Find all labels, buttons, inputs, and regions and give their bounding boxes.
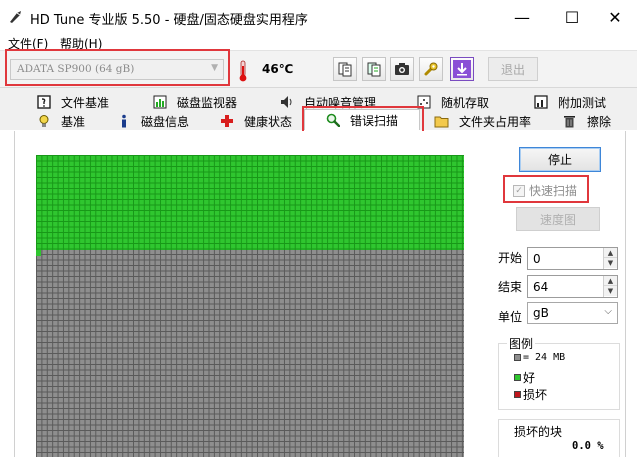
minimize-button[interactable]: — <box>499 0 545 34</box>
tab-folder-usage[interactable]: 文件夹占用率 <box>434 112 531 130</box>
decrement-icon[interactable]: ▼ <box>604 286 617 296</box>
tab-label: 文件夹占用率 <box>459 114 532 129</box>
tab-erase[interactable]: 擦除 <box>562 112 611 130</box>
speaker-icon <box>279 95 294 110</box>
start-stepper[interactable]: 0 ▲ ▼ <box>527 247 618 270</box>
tab-label: 磁盘信息 <box>141 114 190 129</box>
camera-icon <box>395 63 409 75</box>
save-button[interactable] <box>450 57 474 81</box>
increment-icon[interactable]: ▲ <box>604 248 617 258</box>
tab-disk-info[interactable]: 磁盘信息 <box>116 112 189 130</box>
temperature-readout: 46℃ <box>262 62 294 76</box>
folder-icon <box>434 114 449 129</box>
unit-label: 单位 <box>498 310 523 324</box>
tab-label: 擦除 <box>587 114 612 129</box>
download-arrow-icon <box>453 60 471 78</box>
scan-block-map <box>36 155 464 457</box>
trash-icon <box>562 114 577 129</box>
options-button[interactable] <box>419 57 443 81</box>
tab-file-benchmark[interactable]: 文件基准 <box>36 93 109 111</box>
screenshot-button[interactable] <box>390 57 414 81</box>
highlight-box-drive <box>5 49 230 86</box>
tab-health[interactable]: 健康状态 <box>219 112 292 130</box>
menu-bar: 文件(F) 帮助(H) <box>0 34 637 51</box>
close-button[interactable]: ✕ <box>592 0 637 34</box>
good-block-partial <box>36 250 42 256</box>
tab-label: 健康状态 <box>244 114 293 129</box>
increment-icon[interactable]: ▲ <box>604 276 617 286</box>
extra-tests-icon <box>533 95 548 110</box>
tab-disk-monitor[interactable]: 磁盘监视器 <box>152 93 237 111</box>
exit-button[interactable]: 退出 <box>488 57 538 81</box>
disk-monitor-icon <box>152 95 167 110</box>
tab-label: 随机存取 <box>441 95 490 110</box>
end-label: 结束 <box>498 280 523 294</box>
copy-all-button[interactable] <box>362 57 386 81</box>
tab-label: 文件基准 <box>61 95 110 110</box>
stop-button[interactable]: 停止 <box>519 147 601 172</box>
legend-block-size: = 24 MB <box>514 352 565 363</box>
highlight-box-quick-scan <box>503 175 589 203</box>
unit-select[interactable]: gB ⌵ <box>527 302 618 324</box>
decrement-icon[interactable]: ▼ <box>604 258 617 268</box>
start-value: 0 <box>533 252 541 266</box>
maximize-button[interactable]: ☐ <box>549 0 595 34</box>
end-stepper[interactable]: 64 ▲ ▼ <box>527 275 618 298</box>
hdtune-app-icon <box>10 11 21 23</box>
bad-swatch <box>514 391 521 398</box>
legend-bad: 损坏 <box>514 386 547 403</box>
tab-random-access[interactable]: 随机存取 <box>416 93 489 111</box>
unit-value: gB <box>533 306 549 320</box>
legend-title: 图例 <box>507 335 536 352</box>
tab-label: 基准 <box>61 114 86 129</box>
block-swatch <box>514 354 521 361</box>
copy-all-icon <box>367 62 381 77</box>
copy-info-button[interactable] <box>333 57 357 81</box>
copy-document-icon <box>338 62 352 77</box>
tab-benchmark[interactable]: 基准 <box>36 112 85 130</box>
bad-blocks-title: 损坏的块 <box>514 425 563 439</box>
thermometer-icon <box>239 60 247 82</box>
info-icon <box>116 114 131 129</box>
bulb-icon <box>36 114 51 129</box>
end-value: 64 <box>533 280 549 294</box>
bad-blocks-value: 0.0 % <box>572 440 604 452</box>
good-swatch <box>514 374 521 381</box>
good-blocks <box>36 155 464 250</box>
health-cross-icon <box>219 114 234 129</box>
chevron-down-icon: ⌵ <box>604 306 612 317</box>
legend-good: 好 <box>514 369 535 386</box>
speed-map-button[interactable]: 速度图 <box>516 207 600 231</box>
start-label: 开始 <box>498 251 523 265</box>
tab-label: 磁盘监视器 <box>177 95 238 110</box>
title-bar: HD Tune 专业版 5.50 - 硬盘/固态硬盘实用程序 — ☐ ✕ <box>0 0 637 34</box>
wrench-icon <box>424 62 438 76</box>
window-title: HD Tune 专业版 5.50 - 硬盘/固态硬盘实用程序 <box>30 13 308 28</box>
tab-label: 附加测试 <box>558 95 607 110</box>
file-benchmark-icon <box>36 95 51 110</box>
tab-extra-tests[interactable]: 附加测试 <box>533 93 606 111</box>
